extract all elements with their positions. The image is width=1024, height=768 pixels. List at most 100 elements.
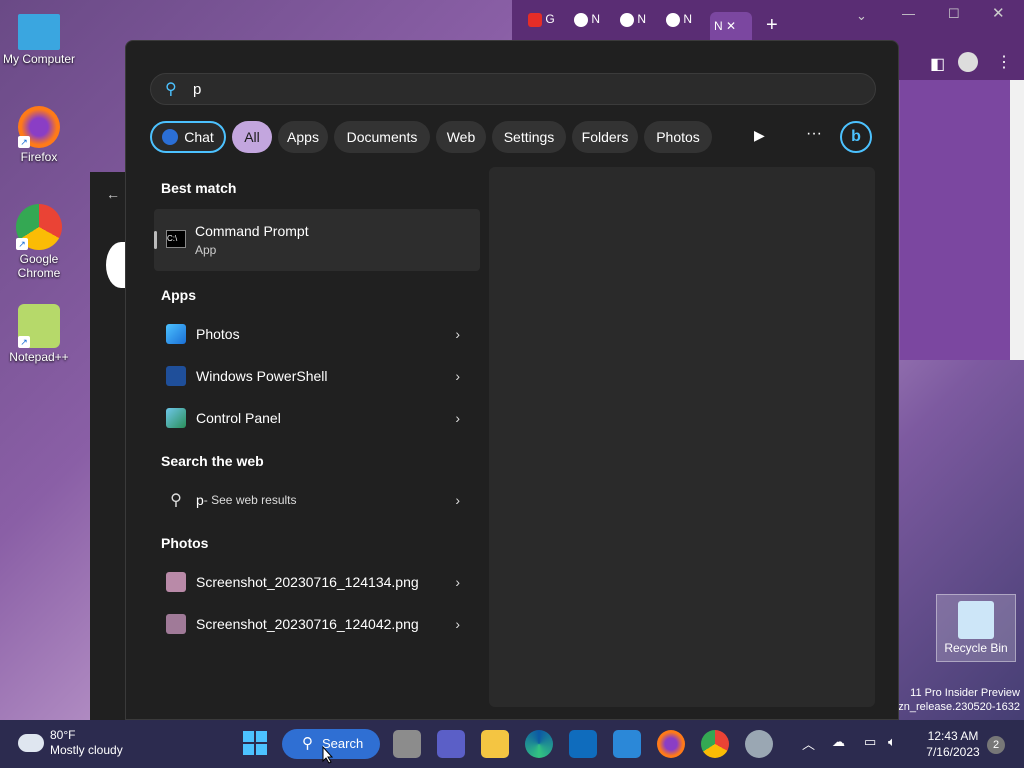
chevron-right-icon[interactable]: › [455, 368, 460, 384]
new-tab-button[interactable]: + [766, 14, 778, 37]
recycle-bin-icon [958, 601, 994, 639]
desktop-icon-label: Recycle Bin [944, 641, 1008, 655]
back-arrow-icon[interactable]: ← [106, 186, 120, 202]
search-icon: ⚲ [165, 81, 177, 98]
taskbar: 80°F Mostly cloudy ⚲ Search ︿ ☁ ▭ 🔈︎ 12:… [0, 720, 1024, 768]
filter-all[interactable]: All [232, 121, 272, 153]
more-options-icon[interactable]: ··· [806, 125, 822, 143]
chrome-icon [574, 12, 588, 27]
tab-label: N [591, 12, 601, 26]
volume-icon[interactable]: 🔈︎ [888, 734, 896, 750]
store-icon[interactable] [569, 730, 597, 758]
chrome-icon [620, 12, 634, 27]
filter-folders[interactable]: Folders [572, 121, 638, 153]
mouse-cursor-icon [322, 746, 334, 764]
tab-search-icon[interactable]: ⌄ [856, 8, 867, 24]
chrome-taskbar-icon[interactable] [701, 730, 729, 758]
command-prompt-icon: C:\ [166, 230, 186, 248]
search-box[interactable]: ⚲ [150, 73, 876, 105]
show-hidden-icons-chevron[interactable]: ︿ [802, 734, 815, 753]
filter-settings[interactable]: Settings [492, 121, 566, 153]
filter-chips: Chat All Apps Documents Web Settings Fol… [150, 121, 876, 153]
start-button[interactable] [242, 730, 270, 758]
weather-desc: Mostly cloudy [50, 743, 123, 757]
powershell-icon [166, 366, 186, 386]
chevron-right-icon[interactable]: › [455, 492, 460, 508]
onedrive-icon[interactable]: ☁ [832, 734, 845, 750]
section-best-match: Best match [161, 180, 237, 196]
browser-tab-2[interactable]: N [574, 12, 618, 40]
file-explorer-icon[interactable] [481, 730, 509, 758]
filter-photos[interactable]: Photos [644, 121, 712, 153]
browser-tab-active[interactable]: N ✕ [710, 12, 752, 40]
taskbar-clock[interactable]: 12:43 AM 7/16/2023 [918, 728, 988, 760]
scroll-right-icon[interactable]: ▶ [754, 127, 765, 144]
close-window-icon[interactable]: ✕ [992, 4, 1005, 22]
youtube-icon [528, 12, 542, 27]
weather-widget[interactable]: 80°F Mostly cloudy [18, 728, 123, 758]
settings-gear-icon[interactable] [745, 730, 773, 758]
desktop-icon-label: Firefox [20, 150, 58, 164]
chevron-right-icon[interactable]: › [455, 410, 460, 426]
network-icon[interactable]: ▭ [864, 734, 876, 750]
maximize-icon[interactable]: ☐ [948, 6, 960, 22]
chrome-icon [666, 12, 680, 27]
browser-scrollbar[interactable] [1010, 80, 1024, 360]
desktop-icon-my-computer[interactable]: My Computer [0, 10, 78, 66]
result-photo-1[interactable]: Screenshot_20230716_124134.png › [154, 562, 480, 602]
sidebar-icon[interactable]: ◧ [930, 54, 945, 74]
monitor-icon [18, 14, 60, 50]
tab-label: N [637, 12, 647, 26]
selection-indicator [154, 231, 157, 249]
chevron-right-icon[interactable]: › [455, 574, 460, 590]
weather-temp: 80°F [50, 728, 76, 742]
filter-apps[interactable]: Apps [278, 121, 328, 153]
chevron-right-icon[interactable]: › [455, 616, 460, 632]
result-label: Screenshot_20230716_124042.png [196, 616, 419, 632]
control-panel-icon [166, 408, 186, 428]
browser-tab-4[interactable]: N [666, 12, 710, 40]
result-app-control-panel[interactable]: Control Panel › [154, 398, 480, 438]
result-app-photos[interactable]: Photos › [154, 314, 480, 354]
edge-icon[interactable] [525, 730, 553, 758]
browser-tab-3[interactable]: N [620, 12, 664, 40]
close-tab-icon[interactable]: ✕ [726, 19, 736, 33]
cloud-icon [18, 734, 44, 752]
result-photo-2[interactable]: Screenshot_20230716_124042.png › [154, 604, 480, 644]
filter-documents[interactable]: Documents [334, 121, 430, 153]
tab-label: N [714, 19, 723, 33]
desktop-icon-notepadpp[interactable]: ↗ Notepad++ [0, 304, 78, 364]
bing-chat-icon[interactable]: b [840, 121, 872, 153]
shortcut-arrow-icon: ↗ [16, 238, 28, 250]
teams-chat-icon[interactable] [437, 730, 465, 758]
task-view-icon[interactable] [393, 730, 421, 758]
search-input[interactable] [193, 80, 793, 98]
notification-badge[interactable]: 2 [987, 736, 1005, 754]
bing-icon [162, 129, 179, 145]
menu-dots-icon[interactable]: ⋮ [996, 52, 1012, 72]
minimize-icon[interactable]: — [902, 6, 915, 21]
chevron-right-icon[interactable]: › [455, 326, 460, 342]
desktop-icon-chrome[interactable]: ↗ Google Chrome [0, 204, 78, 280]
result-app-powershell[interactable]: Windows PowerShell › [154, 356, 480, 396]
mail-icon[interactable] [613, 730, 641, 758]
desktop-icon-recycle-bin[interactable]: Recycle Bin [936, 594, 1016, 662]
browser-tab-youtube[interactable]: G [528, 12, 572, 40]
firefox-taskbar-icon[interactable] [657, 730, 685, 758]
profile-icon[interactable] [958, 52, 978, 72]
best-match-title: Command Prompt [195, 223, 309, 239]
desktop-icon-firefox[interactable]: ↗ Firefox [0, 106, 78, 164]
web-suffix: - See web results [203, 493, 297, 507]
section-search-web: Search the web [161, 453, 264, 469]
tab-label: G [545, 12, 555, 26]
best-match-subtitle: App [195, 243, 217, 257]
search-icon: ⚲ [170, 492, 182, 509]
best-match-command-prompt[interactable]: C:\ Command Prompt App [154, 209, 480, 271]
filter-chat[interactable]: Chat [150, 121, 226, 153]
chip-label: Chat [184, 129, 214, 145]
result-web-search[interactable]: ⚲ p - See web results › [154, 480, 480, 520]
filter-web[interactable]: Web [436, 121, 486, 153]
search-icon: ⚲ [302, 735, 313, 752]
desktop-icon-label: Google Chrome [17, 252, 61, 280]
windows-logo-icon [243, 731, 267, 755]
